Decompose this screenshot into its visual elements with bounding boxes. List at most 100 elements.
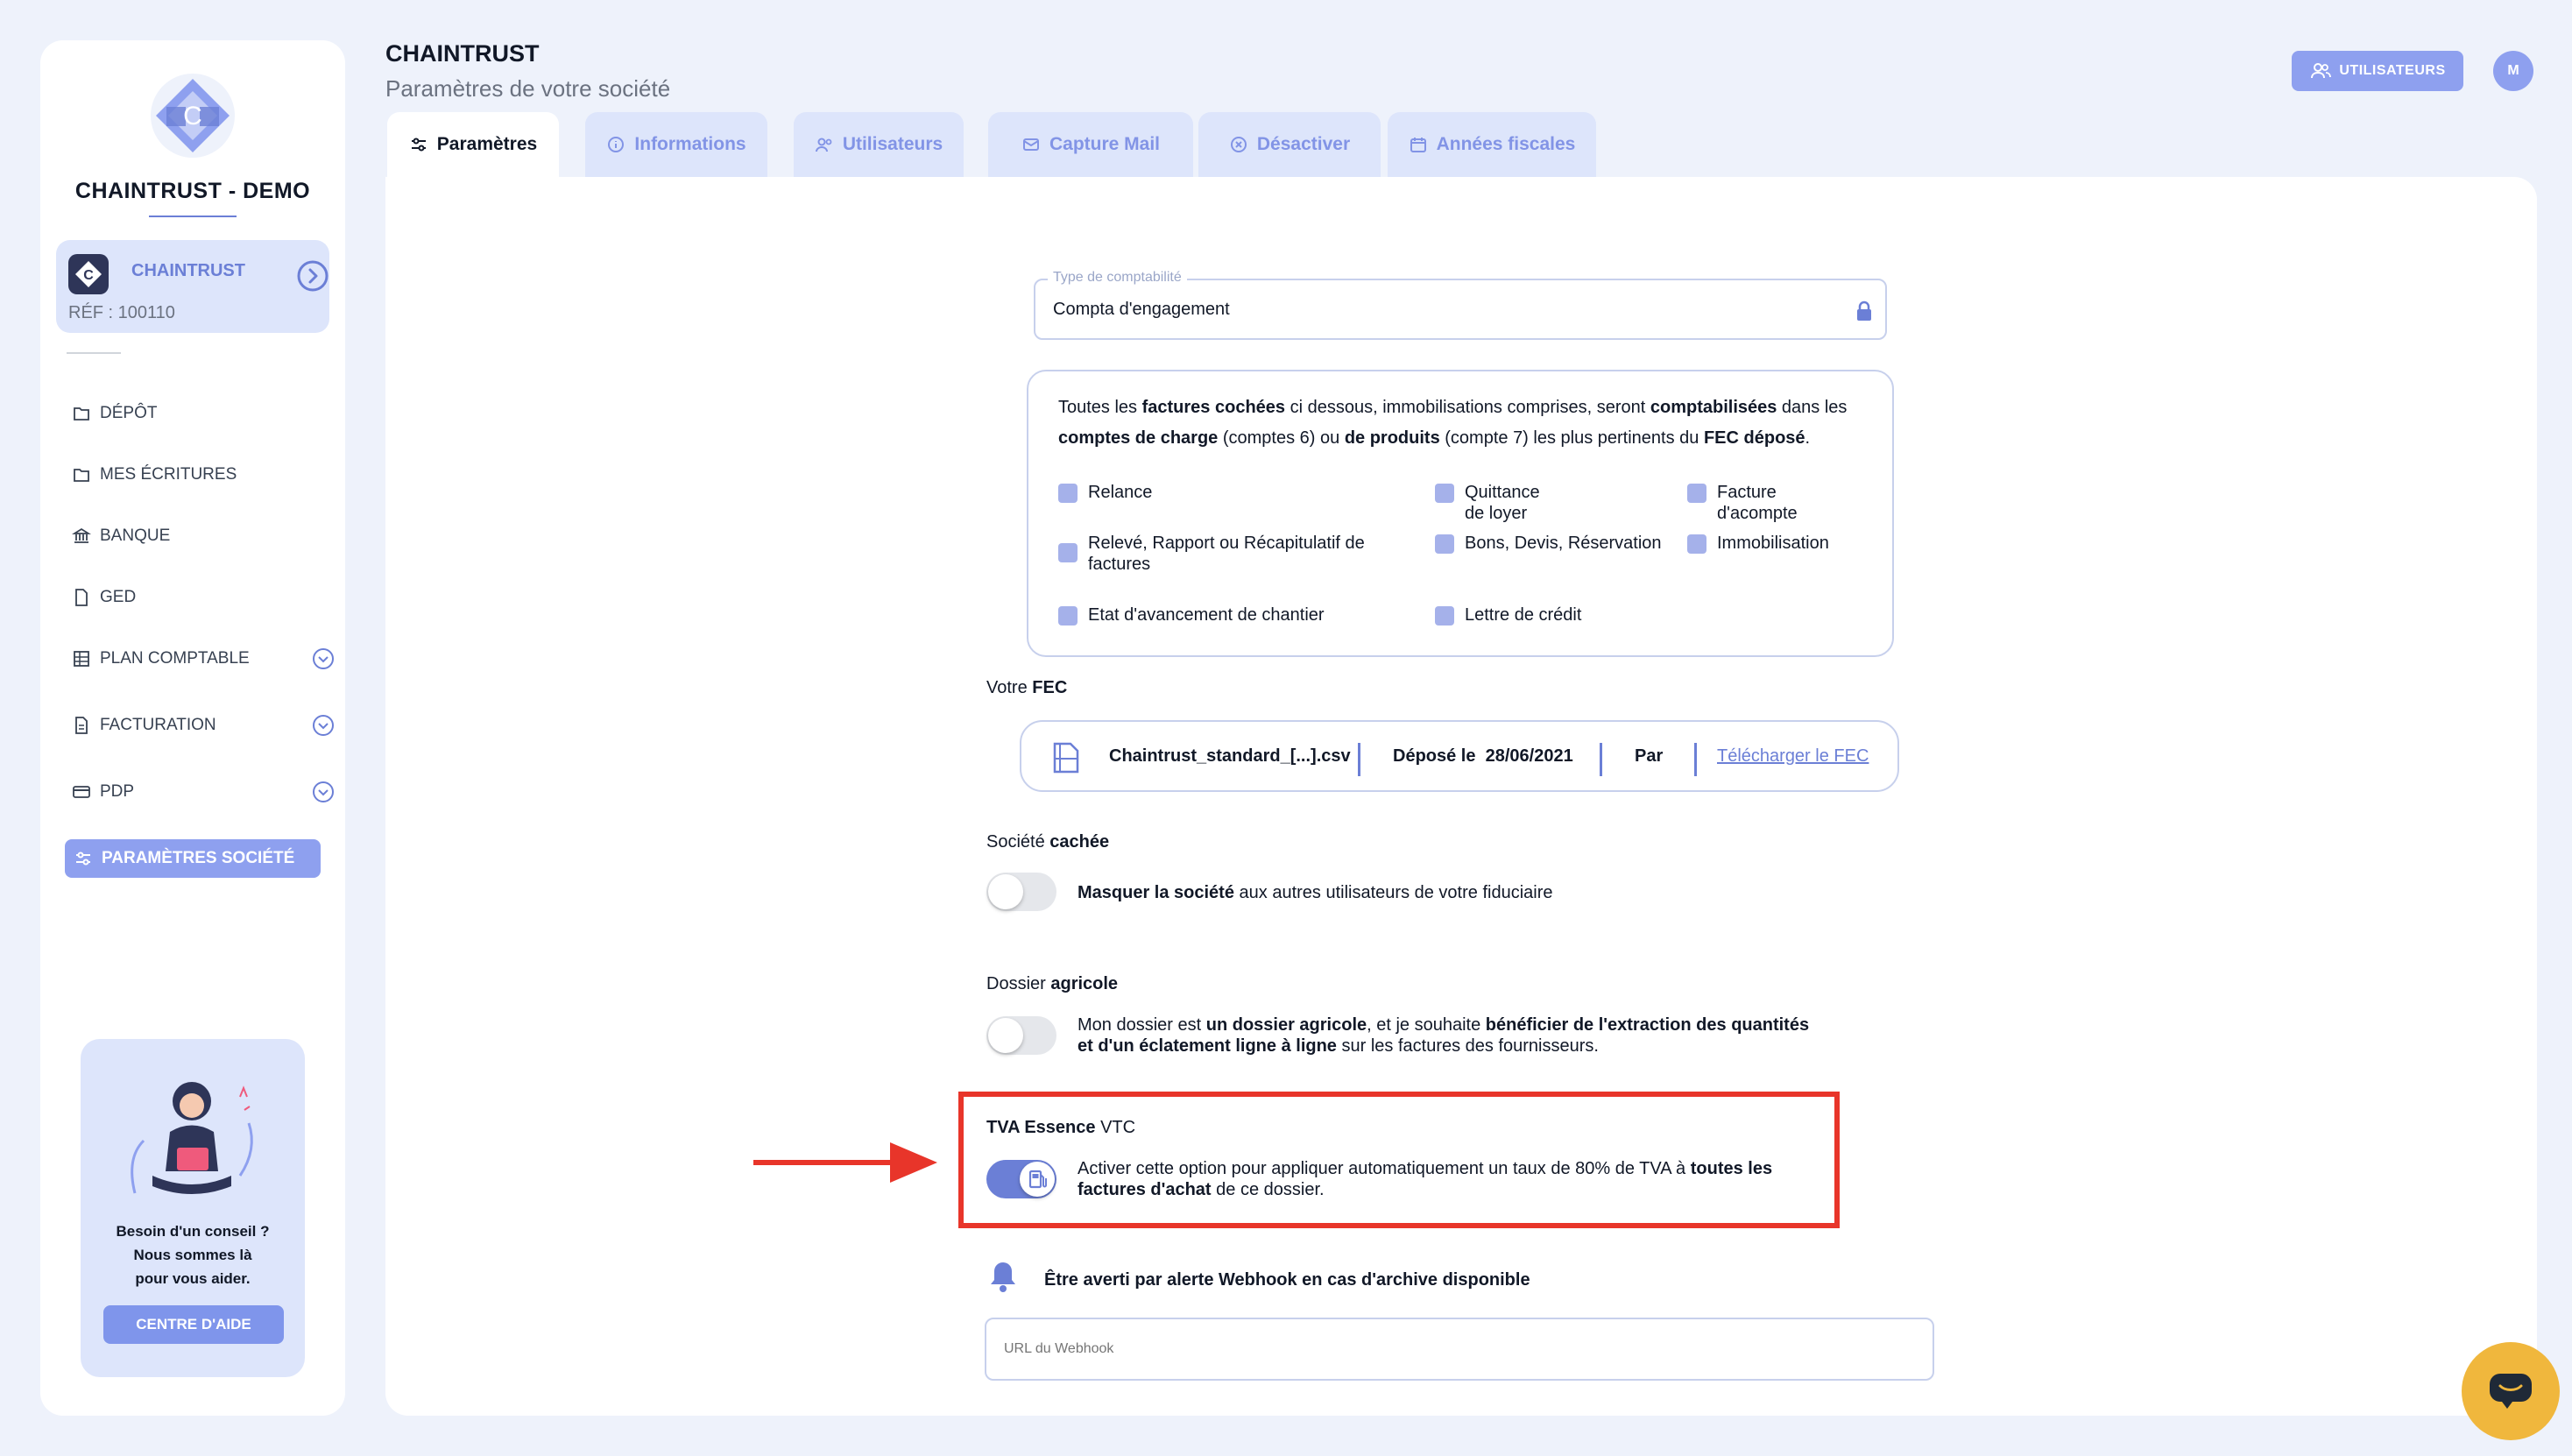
hidden-company-toggle[interactable]	[986, 873, 1056, 911]
tab-label: Désactiver	[1256, 134, 1351, 154]
card-icon	[73, 786, 90, 798]
checkbox-box[interactable]	[1058, 543, 1078, 562]
tab-annees-fiscales[interactable]: Années fiscales	[1388, 112, 1596, 177]
checkbox-box[interactable]	[1058, 606, 1078, 626]
agricultural-title: Dossier agricole	[986, 974, 1119, 993]
checkbox-box[interactable]	[1058, 484, 1078, 503]
agricultural-toggle[interactable]	[986, 1016, 1056, 1055]
tab-desactiver[interactable]: Désactiver	[1198, 112, 1381, 177]
checkbox-label: Etat d'avancement de chantier	[1088, 605, 1325, 625]
bank-icon	[72, 527, 91, 543]
help-center-button[interactable]: CENTRE D'AIDE	[103, 1305, 284, 1344]
sidebar-item-pdp[interactable]: PDP	[72, 774, 335, 809]
chevron-down-circle-icon[interactable]	[312, 714, 335, 737]
accounting-type-field[interactable]: Type de comptabilité Compta d'engagement	[1034, 270, 1887, 340]
folder-icon	[74, 469, 89, 482]
sidebar-item-label: PDP	[100, 782, 135, 801]
sidebar-item-plan-comptable[interactable]: PLAN COMPTABLE	[72, 641, 335, 676]
sidebar-item-depot[interactable]: DÉPÔT	[72, 396, 335, 431]
invoice-types-box: Toutes les factures cochées ci dessous, …	[1027, 370, 1894, 657]
sidebar: C CHAINTRUST - DEMO C CHAINTRUST RÉF : 1…	[40, 40, 345, 1416]
users-icon	[2311, 63, 2332, 79]
hidden-company-title: Société cachée	[986, 832, 1110, 852]
invoice-icon	[75, 717, 88, 734]
file-icon	[1053, 742, 1079, 774]
chevron-right-circle-icon[interactable]	[296, 259, 329, 293]
accounting-type-value: Compta d'engagement	[1053, 300, 1230, 319]
meditating-person-illustration-icon	[131, 1082, 253, 1194]
tab-parametres[interactable]: Paramètres	[387, 112, 559, 177]
fec-separator	[1694, 743, 1697, 776]
webhook-url-input[interactable]	[985, 1318, 1934, 1381]
settings-panel	[385, 177, 2537, 1416]
invoice-types-description: Toutes les factures cochées ci dessous, …	[1058, 398, 1848, 448]
webhook-title: Être averti par alerte Webhook en cas d'…	[1044, 1270, 1530, 1290]
company-logo-icon: C	[68, 254, 109, 294]
hidden-company-description: Masquer la société aux autres utilisateu…	[1078, 883, 1553, 902]
toggle-knob	[988, 1018, 1023, 1053]
checkbox-label: Relevé, Rapport ou Récapitulatif de fact…	[1088, 534, 1365, 574]
accounting-type-label: Type de comptabilité	[1048, 270, 1187, 286]
help-line-2: Nous sommes là	[133, 1247, 252, 1263]
help-line-3: pour vous aider.	[135, 1270, 251, 1287]
sidebar-item-label: DÉPÔT	[100, 404, 158, 422]
users-button-label: UTILISATEURS	[2339, 63, 2446, 78]
checkbox-label: Relance	[1088, 483, 1153, 502]
checkbox-box[interactable]	[1687, 484, 1706, 503]
svg-text:C: C	[83, 268, 94, 283]
checkbox-label: Facture d'acompte	[1717, 483, 1798, 523]
fec-separator	[1600, 743, 1602, 776]
sidebar-item-label: MES ÉCRITURES	[100, 465, 237, 484]
company-name-underline	[149, 216, 237, 217]
chat-button[interactable]	[2462, 1342, 2560, 1440]
mail-icon	[1022, 138, 1039, 151]
sidebar-item-parametres-societe[interactable]: PARAMÈTRES SOCIÉTÉ	[65, 839, 321, 878]
page-title: CHAINTRUST	[385, 40, 540, 67]
checkbox-box[interactable]	[1435, 484, 1454, 503]
tab-label: Utilisateurs	[842, 134, 943, 154]
sidebar-item-label: FACTURATION	[100, 716, 216, 734]
tab-utilisateurs[interactable]: Utilisateurs	[794, 112, 964, 177]
chevron-down-circle-icon[interactable]	[312, 781, 335, 803]
sidebar-item-label: PARAMÈTRES SOCIÉTÉ	[102, 849, 295, 867]
fec-deposit-info: Déposé le 28/06/2021	[1393, 746, 1573, 766]
tab-informations[interactable]: Informations	[585, 112, 767, 177]
sidebar-item-banque[interactable]: BANQUE	[72, 519, 335, 554]
checkbox-box[interactable]	[1687, 534, 1706, 554]
company-selector-card[interactable]: C CHAINTRUST RÉF : 100110	[56, 240, 329, 333]
fec-separator	[1358, 743, 1360, 776]
chevron-down-circle-icon[interactable]	[312, 647, 335, 670]
help-text: Besoin d'un conseil ? Nous sommes là pou…	[81, 1219, 305, 1290]
sidebar-item-mes-ecritures[interactable]: MES ÉCRITURES	[72, 457, 335, 492]
company-name: CHAINTRUST - DEMO	[74, 179, 311, 203]
chaintrust-logo-icon: C	[151, 74, 235, 158]
lock-icon	[1857, 300, 1871, 321]
tab-capture-mail[interactable]: Capture Mail	[988, 112, 1193, 177]
sidebar-item-facturation[interactable]: FACTURATION	[72, 708, 335, 743]
table-icon	[74, 651, 89, 667]
chat-icon	[2490, 1374, 2532, 1409]
sidebar-item-label: GED	[100, 588, 137, 606]
sidebar-divider	[67, 352, 121, 354]
checkbox-box[interactable]	[1435, 534, 1454, 554]
settings-sliders-icon	[411, 138, 426, 152]
users-icon	[815, 138, 832, 152]
checkbox-label: Quittance de loyer	[1465, 483, 1540, 523]
fec-section-title: Votre FEC	[986, 678, 1068, 697]
document-icon	[75, 589, 88, 606]
tab-label: Informations	[634, 134, 746, 154]
calendar-icon	[1410, 138, 1426, 152]
tab-label: Paramètres	[436, 134, 538, 154]
sidebar-item-label: PLAN COMPTABLE	[100, 649, 250, 668]
tab-label: Capture Mail	[1049, 134, 1161, 154]
avatar[interactable]: M	[2493, 51, 2533, 91]
close-circle-icon	[1230, 137, 1247, 152]
help-card: Besoin d'un conseil ? Nous sommes là pou…	[81, 1039, 305, 1377]
highlight-box	[958, 1092, 1840, 1228]
users-button[interactable]: UTILISATEURS	[2292, 51, 2463, 91]
fec-download-link[interactable]: Télécharger le FEC	[1717, 746, 1869, 767]
checkbox-box[interactable]	[1435, 606, 1454, 626]
checkbox-label: Immobilisation	[1717, 534, 1829, 553]
sidebar-item-ged[interactable]: GED	[72, 580, 335, 615]
tab-label: Années fiscales	[1436, 134, 1576, 154]
